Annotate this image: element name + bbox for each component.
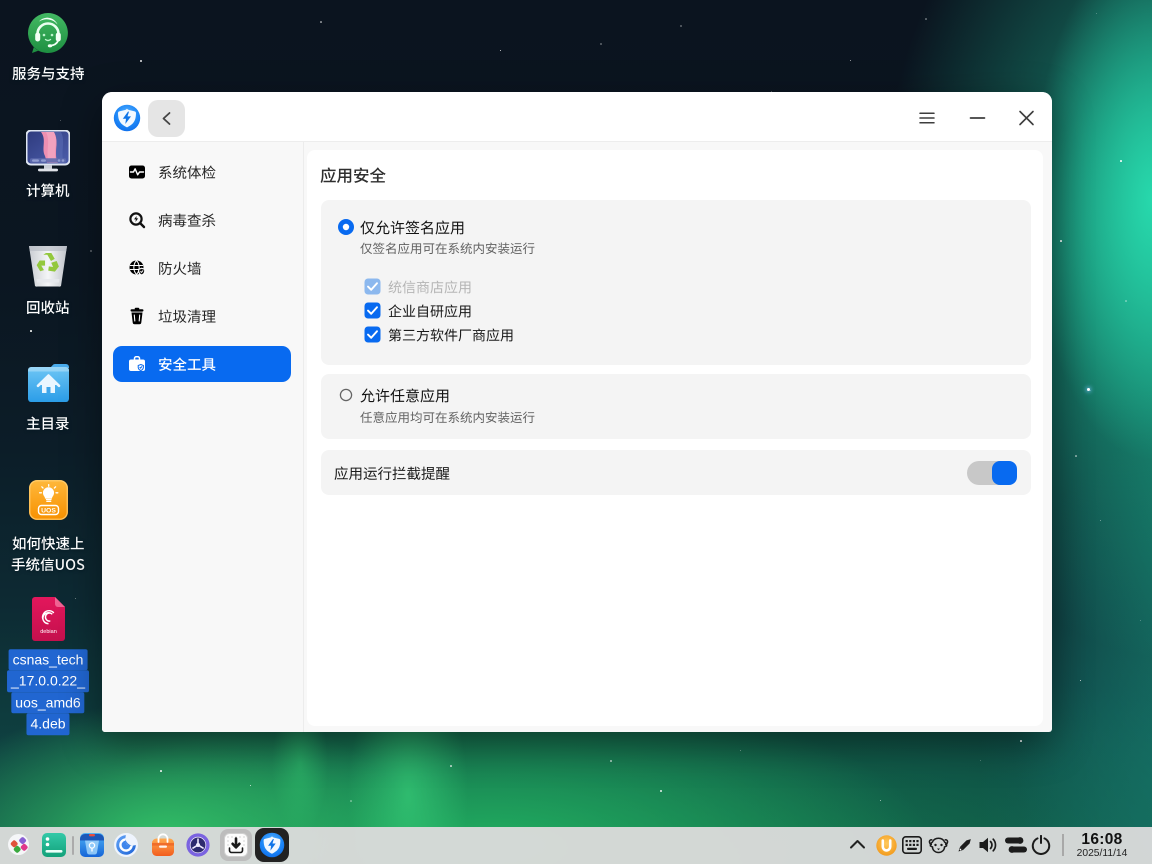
svg-text:UOS: UOS — [41, 508, 56, 515]
svg-text:debian: debian — [40, 629, 57, 635]
